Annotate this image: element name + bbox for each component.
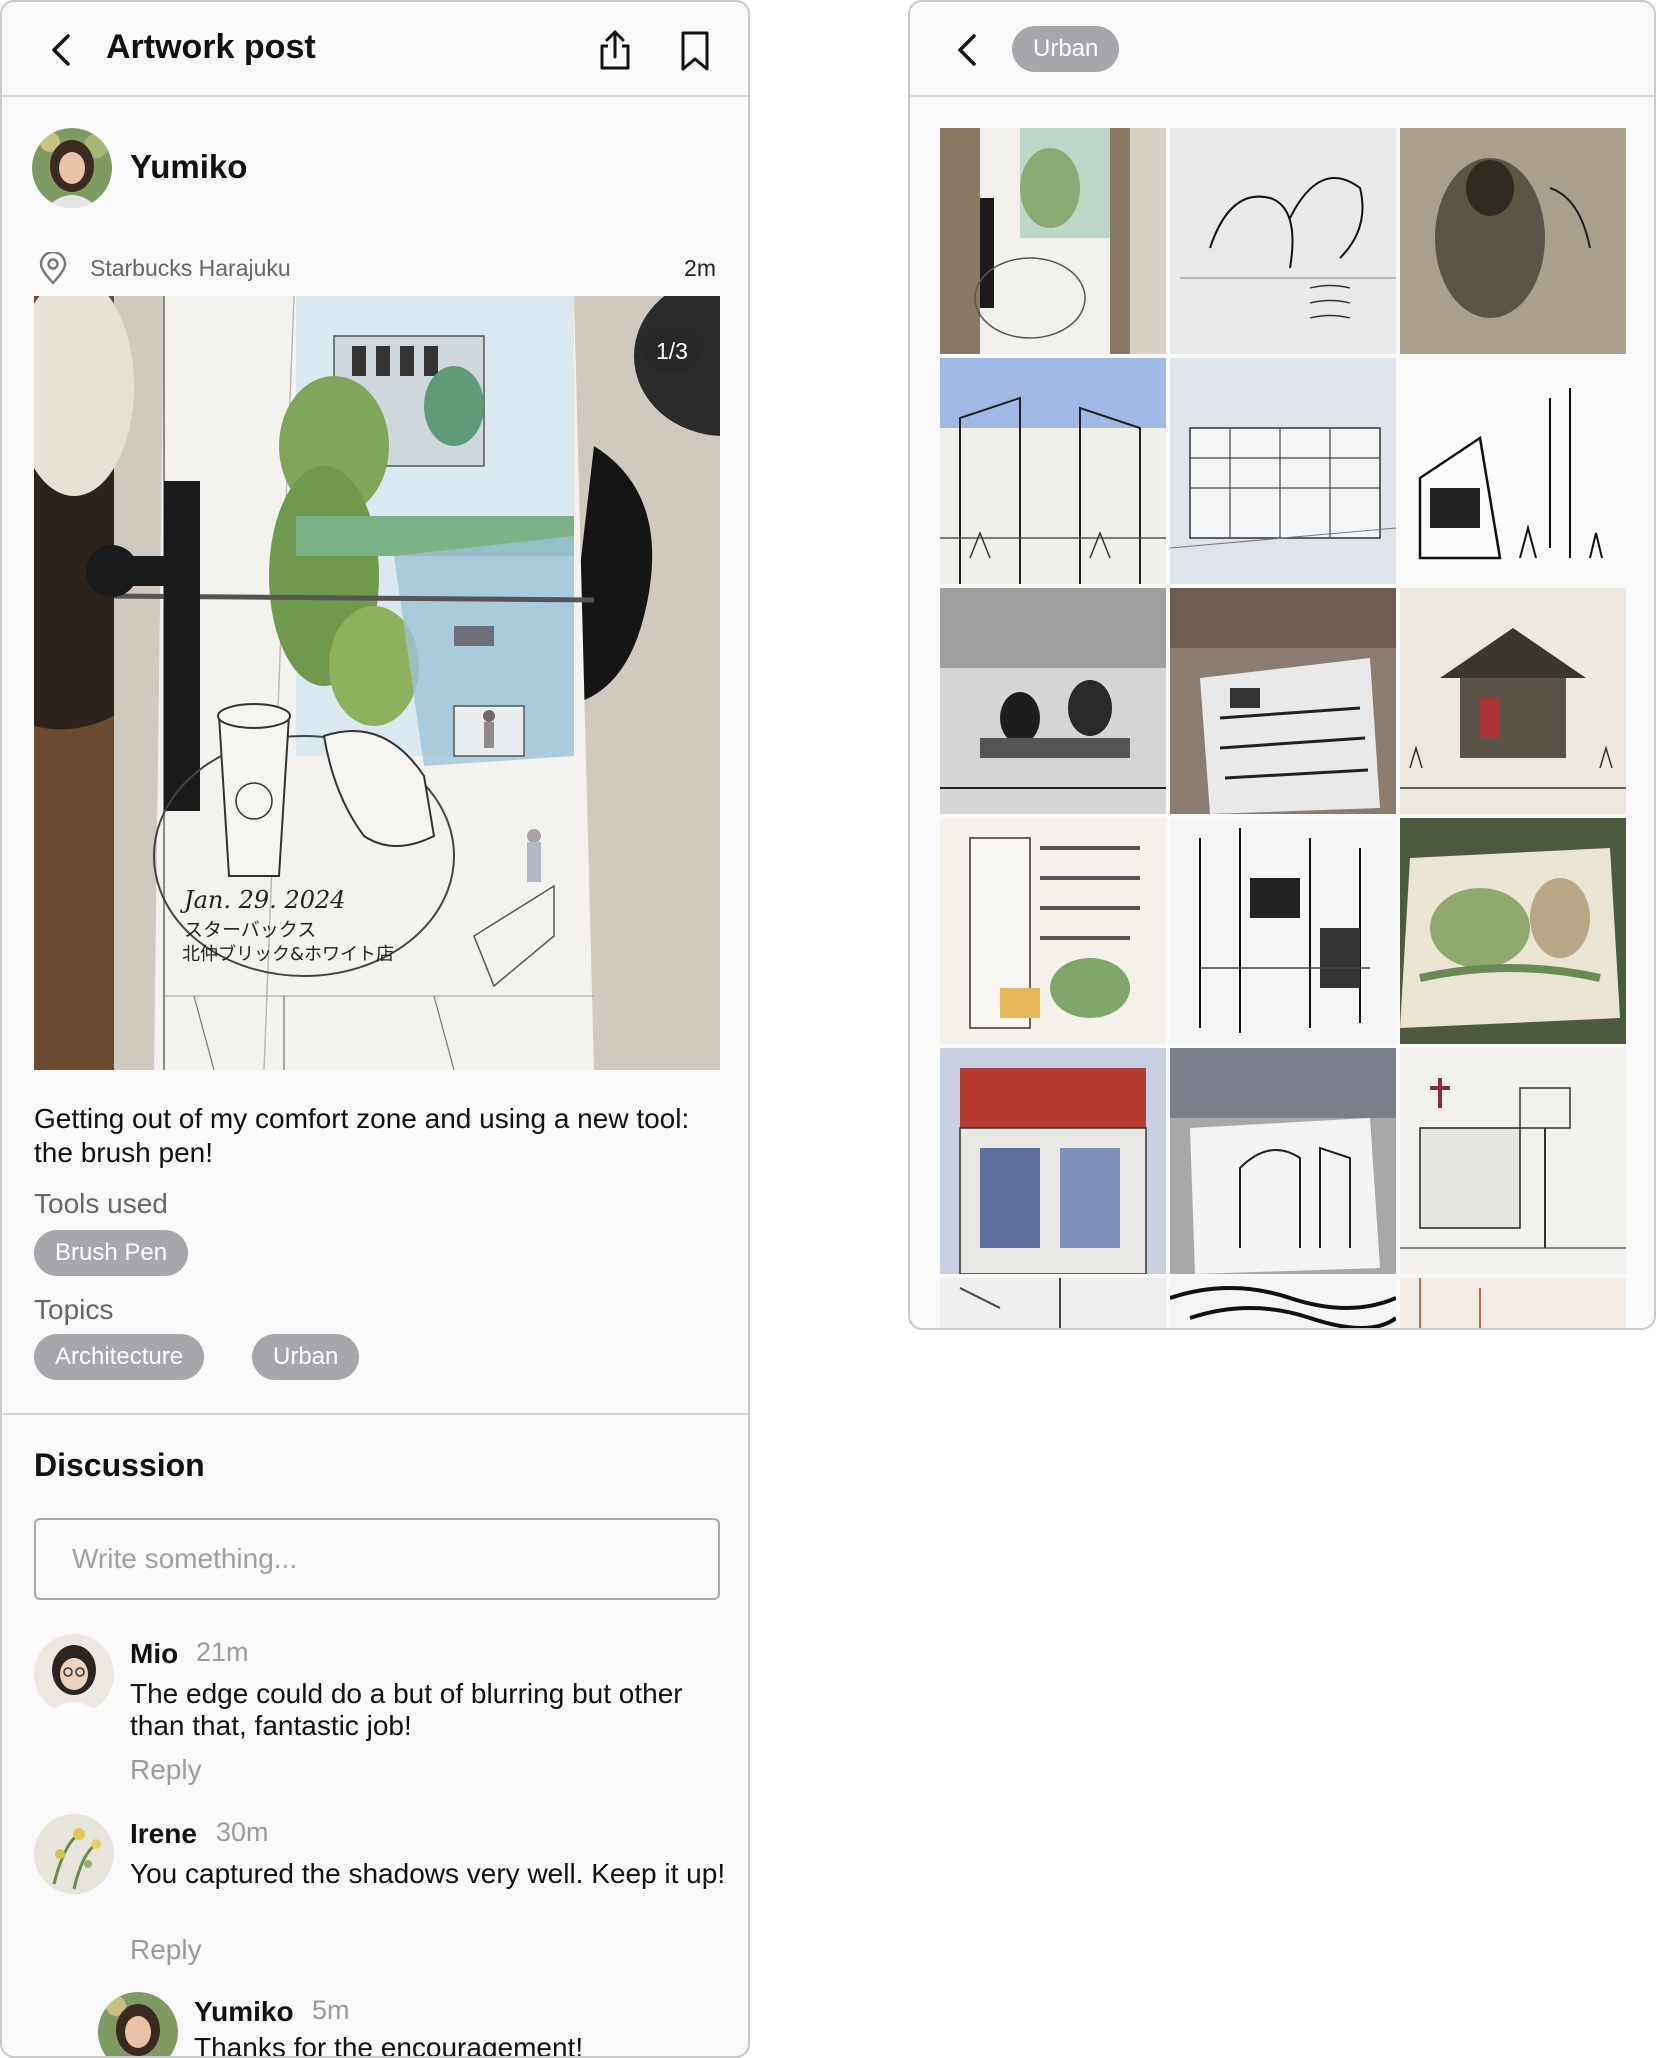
commenter-avatar-irene[interactable] — [34, 1814, 114, 1894]
reply-author-avatar[interactable] — [98, 1992, 178, 2056]
comment-input[interactable] — [34, 1518, 720, 1600]
header-bar: Urban — [910, 2, 1654, 97]
artwork-post-screen: Artwork post Yumiko Starbucks Harajuku 2… — [0, 0, 750, 2058]
gallery-thumbnail[interactable] — [1170, 358, 1396, 584]
post-caption: Getting out of my comfort zone and using… — [34, 1103, 690, 1168]
section-divider — [2, 1413, 748, 1415]
reply-timestamp: 5m — [312, 1995, 350, 2025]
gallery-thumbnail[interactable] — [1400, 358, 1626, 584]
share-icon[interactable] — [592, 28, 638, 74]
artwork-line2-text: 北仲ブリック&ホワイト店 — [182, 943, 394, 965]
gallery-thumbnail[interactable] — [1170, 1278, 1396, 1328]
gallery-thumbnail[interactable] — [940, 818, 1166, 1044]
comment-timestamp: 21m — [196, 1637, 249, 1667]
header-bar: Artwork post — [2, 2, 748, 97]
page-title: Artwork post — [106, 28, 316, 66]
gallery-thumbnail[interactable] — [1170, 818, 1396, 1044]
post-timestamp: 2m — [684, 255, 716, 281]
gallery-thumbnail[interactable] — [1400, 818, 1626, 1044]
reply-button[interactable]: Reply — [130, 1934, 202, 1966]
chevron-left-icon[interactable] — [948, 30, 988, 70]
gallery-thumbnail[interactable] — [1400, 1048, 1626, 1274]
commenter-name[interactable]: Irene — [130, 1818, 197, 1850]
artwork-date-text: Jan. 29. 2024 — [179, 886, 346, 914]
gallery-thumbnail[interactable] — [1400, 128, 1626, 354]
discussion-title: Discussion — [34, 1447, 205, 1483]
bookmark-icon[interactable] — [672, 28, 718, 74]
reply-author-name[interactable]: Yumiko — [194, 1996, 294, 2028]
gallery-thumbnail[interactable] — [1170, 128, 1396, 354]
gallery-thumbnail[interactable] — [1400, 588, 1626, 814]
author-avatar[interactable] — [32, 128, 112, 208]
gallery-thumbnail[interactable] — [940, 588, 1166, 814]
topic-gallery-screen: Urban — [908, 0, 1656, 1330]
artwork-image[interactable]: Jan. 29. 2024 スターバックス 北仲ブリック&ホワイト店 — [34, 296, 720, 1070]
topic-chip-architecture[interactable]: Architecture — [34, 1334, 205, 1380]
gallery-thumbnail[interactable] — [1400, 1278, 1626, 1328]
gallery-thumbnail[interactable] — [1170, 1048, 1396, 1274]
gallery-thumbnail[interactable] — [940, 1048, 1166, 1274]
comment-timestamp: 30m — [216, 1817, 269, 1847]
topics-label: Topics — [34, 1294, 114, 1325]
tool-chip-brush-pen[interactable]: Brush Pen — [34, 1230, 189, 1276]
location-pin-icon — [39, 252, 67, 285]
reply-text: Thanks for the encouragement! — [194, 2032, 584, 2058]
comment-text: You captured the shadows very well. Keep… — [130, 1858, 726, 1889]
commenter-name[interactable]: Mio — [130, 1638, 178, 1670]
gallery-thumbnail[interactable] — [940, 1278, 1166, 1328]
commenter-avatar-mio[interactable] — [34, 1634, 114, 1714]
tools-used-label: Tools used — [34, 1188, 168, 1219]
gallery-thumbnail[interactable] — [1170, 588, 1396, 814]
author-name[interactable]: Yumiko — [130, 148, 247, 186]
post-location[interactable]: Starbucks Harajuku — [90, 255, 291, 282]
image-counter-badge: 1/3 — [642, 330, 702, 372]
reply-button[interactable]: Reply — [130, 1754, 202, 1786]
artwork-line1-text: スターバックス — [184, 919, 316, 941]
gallery-thumbnail[interactable] — [940, 128, 1166, 354]
comment-text: The edge could do a but of blurring but … — [130, 1678, 683, 1741]
topic-chip-urban[interactable]: Urban — [252, 1334, 360, 1380]
gallery-thumbnail[interactable] — [940, 358, 1166, 584]
topic-chip-urban[interactable]: Urban — [1012, 26, 1120, 72]
chevron-left-icon[interactable] — [42, 30, 82, 70]
